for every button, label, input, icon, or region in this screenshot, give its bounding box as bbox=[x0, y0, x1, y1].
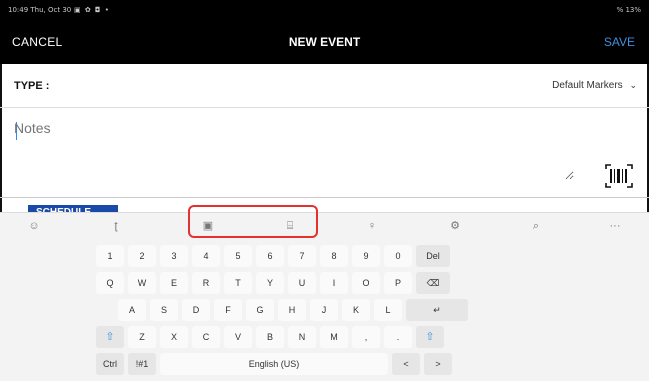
status-bar: 10:49 Thu, Oct 30 ▣ ✿ ◘ • % 13% bbox=[8, 6, 641, 18]
key-y[interactable]: Y bbox=[256, 272, 284, 294]
key-sym-4-3[interactable]: < bbox=[392, 353, 420, 375]
key-english-us[interactable]: English (US) bbox=[160, 353, 388, 375]
key-t[interactable]: T bbox=[224, 272, 252, 294]
notes-area bbox=[0, 108, 649, 198]
settings-icon[interactable]: ⚙ bbox=[447, 219, 463, 233]
key-h[interactable]: H bbox=[278, 299, 306, 321]
type-row: TYPE : Default Markers ⌄ bbox=[0, 64, 649, 108]
status-icons: ▣ ✿ ◘ • bbox=[74, 6, 110, 14]
key-7[interactable]: 7 bbox=[288, 245, 316, 267]
key-5[interactable]: 5 bbox=[224, 245, 252, 267]
mic-icon[interactable]: ♀ bbox=[364, 219, 380, 233]
key-b[interactable]: B bbox=[256, 326, 284, 348]
key-m[interactable]: M bbox=[320, 326, 348, 348]
key-2[interactable]: 2 bbox=[128, 245, 156, 267]
key-ctrl[interactable]: Ctrl bbox=[96, 353, 124, 375]
key-sym-3-8[interactable]: , bbox=[352, 326, 380, 348]
page-title: NEW EVENT bbox=[288, 35, 361, 49]
key-p[interactable]: P bbox=[384, 272, 412, 294]
more-icon[interactable]: ··· bbox=[607, 219, 623, 233]
key-s[interactable]: S bbox=[150, 299, 178, 321]
search-icon[interactable]: ⌕ bbox=[528, 219, 544, 233]
key-j[interactable]: J bbox=[310, 299, 338, 321]
key-sym-3-10[interactable]: ⇧ bbox=[416, 326, 444, 348]
highlight-box bbox=[188, 205, 318, 238]
key-1[interactable]: 1 bbox=[96, 245, 124, 267]
key-4[interactable]: 4 bbox=[192, 245, 220, 267]
key-v[interactable]: V bbox=[224, 326, 252, 348]
status-time: 10:49 Thu, Oct 30 bbox=[8, 6, 72, 14]
key-c[interactable]: C bbox=[192, 326, 220, 348]
key-a[interactable]: A bbox=[118, 299, 146, 321]
handwriting-icon[interactable]: ʈ bbox=[108, 219, 124, 233]
save-button[interactable]: SAVE bbox=[604, 35, 635, 49]
notes-field[interactable] bbox=[14, 120, 574, 180]
key-f[interactable]: F bbox=[214, 299, 242, 321]
key-sym-4-4[interactable]: > bbox=[424, 353, 452, 375]
type-dropdown-value: Default Markers bbox=[552, 80, 623, 91]
app-bar: 10:49 Thu, Oct 30 ▣ ✿ ◘ • % 13% CANCEL N… bbox=[0, 0, 649, 64]
key-del[interactable]: Del bbox=[416, 245, 450, 267]
key-k[interactable]: K bbox=[342, 299, 370, 321]
key-q[interactable]: Q bbox=[96, 272, 124, 294]
key-6[interactable]: 6 bbox=[256, 245, 284, 267]
key-e[interactable]: E bbox=[160, 272, 188, 294]
keyboard-toolbar: ☺ ʈ ▣ ⌸ ♀ ⚙ ⌕ ··· bbox=[0, 213, 649, 239]
type-label: TYPE : bbox=[14, 80, 50, 92]
key-sym-3-0[interactable]: ⇧ bbox=[96, 326, 124, 348]
key-sym-2-9[interactable]: ↵ bbox=[406, 299, 468, 321]
key-1[interactable]: !#1 bbox=[128, 353, 156, 375]
battery-indicator: % 13% bbox=[616, 6, 641, 14]
key-sym-1-10[interactable]: ⌫ bbox=[416, 272, 450, 294]
key-w[interactable]: W bbox=[128, 272, 156, 294]
key-8[interactable]: 8 bbox=[320, 245, 348, 267]
key-n[interactable]: N bbox=[288, 326, 316, 348]
key-9[interactable]: 9 bbox=[352, 245, 380, 267]
emoji-icon[interactable]: ☺ bbox=[26, 219, 42, 233]
key-i[interactable]: I bbox=[320, 272, 348, 294]
key-sym-3-9[interactable]: . bbox=[384, 326, 412, 348]
barcode-scan-icon[interactable] bbox=[605, 164, 633, 188]
key-r[interactable]: R bbox=[192, 272, 220, 294]
on-screen-keyboard: ☺ ʈ ▣ ⌸ ♀ ⚙ ⌕ ··· 1 2 3 4 5 6 7 8 9 0 Del Q W E R T Y U I O P ⌫ A S D F G… bbox=[0, 212, 649, 381]
key-u[interactable]: U bbox=[288, 272, 316, 294]
key-o[interactable]: O bbox=[352, 272, 380, 294]
key-x[interactable]: X bbox=[160, 326, 188, 348]
key-g[interactable]: G bbox=[246, 299, 274, 321]
key-3[interactable]: 3 bbox=[160, 245, 188, 267]
key-z[interactable]: Z bbox=[128, 326, 156, 348]
chevron-down-icon: ⌄ bbox=[629, 80, 637, 90]
key-l[interactable]: L bbox=[374, 299, 402, 321]
type-dropdown[interactable]: Default Markers ⌄ bbox=[552, 80, 637, 91]
key-0[interactable]: 0 bbox=[384, 245, 412, 267]
key-d[interactable]: D bbox=[182, 299, 210, 321]
